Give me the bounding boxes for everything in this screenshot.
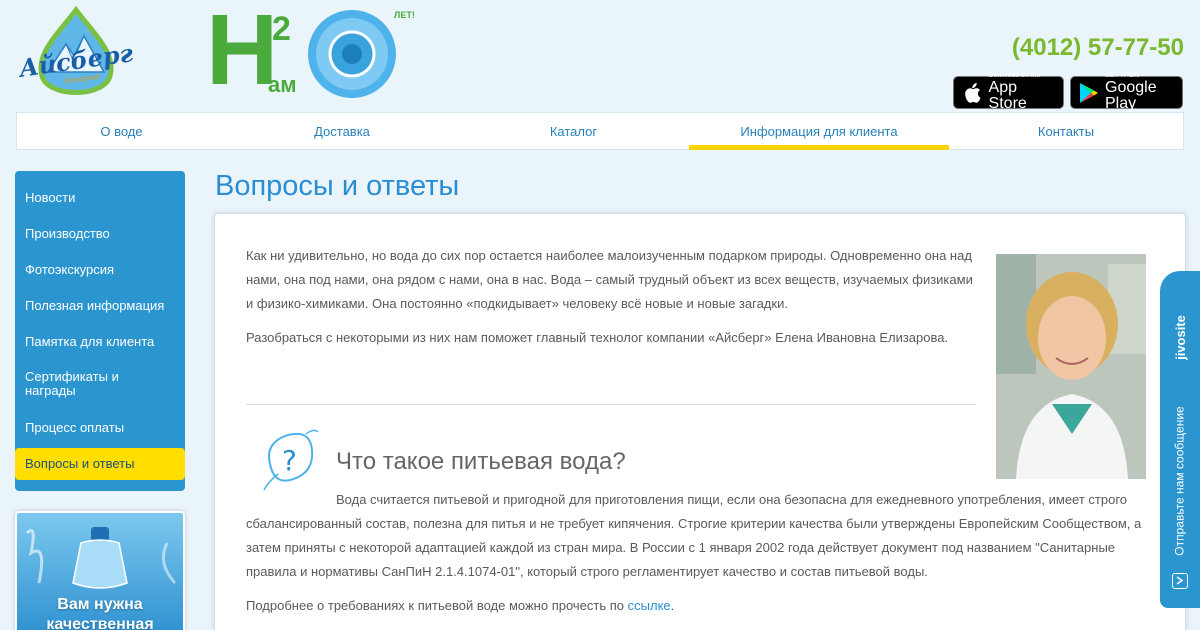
nav-item-label: О воде bbox=[100, 123, 143, 139]
jivosite-chat-widget[interactable]: jivosite Отправьте нам сообщение bbox=[1160, 271, 1200, 608]
nav-item-label: Информация для клиента bbox=[740, 123, 898, 139]
jivosite-logo: jivosite bbox=[1160, 307, 1200, 367]
apple-icon bbox=[962, 82, 983, 104]
intro-paragraph-1: Как ни удивительно, но вода до сих пор о… bbox=[246, 248, 973, 311]
sidebar-item-useful-info[interactable]: Полезная информация bbox=[15, 291, 185, 321]
content-panel: Как ни удивительно, но вода до сих пор о… bbox=[214, 213, 1186, 630]
phone-number[interactable]: (4012) 57-77-50 bbox=[1012, 34, 1184, 62]
question-splash-icon: ? bbox=[260, 424, 322, 494]
chat-icon bbox=[1172, 573, 1188, 589]
google-play-icon bbox=[1079, 82, 1099, 104]
sidebar-item-photo-tour[interactable]: Фотоэкскурсия bbox=[15, 255, 185, 285]
promo-line-1: Вам нужна bbox=[57, 596, 143, 613]
h2o-anniversary-logo: H 2 ам ЛЕТ! bbox=[206, 0, 421, 102]
intro-paragraph-2: Разобраться с некоторыми из них нам помо… bbox=[246, 330, 949, 345]
jivosite-brand: jivosite bbox=[1172, 314, 1188, 360]
h2o-subscript-2: 2 bbox=[272, 10, 291, 48]
main-nav: О воде Доставка Каталог Информация для к… bbox=[16, 112, 1184, 150]
aisberg-logo[interactable]: Айсберг Янтарный bbox=[16, 5, 136, 104]
more-info-text: Подробнее о требованиях к питьевой воде … bbox=[246, 598, 628, 613]
sidebar-item-production[interactable]: Производство bbox=[15, 219, 185, 249]
more-info-suffix: . bbox=[670, 598, 675, 613]
google-play-big: Google Play bbox=[1105, 79, 1157, 113]
water-bottle-icon bbox=[308, 10, 396, 98]
sidebar-item-client-memo[interactable]: Памятка для клиента bbox=[15, 327, 185, 357]
answer-paragraph: Вода считается питьевой и пригодной для … bbox=[246, 492, 1142, 579]
sidebar-item-payment[interactable]: Процесс оплаты bbox=[15, 413, 185, 443]
sidebar-item-faq[interactable]: Вопросы и ответы bbox=[15, 448, 185, 480]
google-play-button[interactable]: GET IT ON Google Play bbox=[1070, 72, 1183, 113]
chat-prompt: Отправьте нам сообщение bbox=[1160, 391, 1200, 571]
app-store-big: App Store bbox=[988, 79, 1027, 113]
question-title: Что такое питьевая вода? bbox=[336, 448, 626, 475]
sidebar-menu: Новости Производство Фотоэкскурсия Полез… bbox=[15, 171, 185, 491]
site-header: Айсберг Янтарный H 2 ам ЛЕТ! (4012) 57-7… bbox=[0, 0, 1200, 112]
nav-item-katalog[interactable]: Каталог bbox=[458, 113, 689, 149]
page-title: Вопросы и ответы bbox=[215, 170, 460, 202]
nav-item-dostavka[interactable]: Доставка bbox=[226, 113, 458, 149]
nav-item-kontakty[interactable]: Контакты bbox=[949, 113, 1183, 149]
promo-banner[interactable]: Вам нужна качественная bbox=[15, 511, 185, 630]
h2o-let-text: ЛЕТ! bbox=[394, 10, 415, 20]
sidebar-item-news[interactable]: Новости bbox=[15, 183, 185, 213]
promo-line-2: качественная bbox=[46, 616, 154, 630]
nav-item-info[interactable]: Информация для клиента bbox=[689, 113, 949, 150]
nav-item-label: Контакты bbox=[1037, 123, 1095, 139]
nav-item-label: Доставка bbox=[314, 123, 370, 139]
section-divider bbox=[246, 404, 976, 405]
svg-text:?: ? bbox=[282, 444, 297, 477]
sidebar-item-certificates[interactable]: Сертификаты и награды bbox=[15, 367, 185, 401]
promo-text: Вам нужна качественная bbox=[17, 595, 183, 630]
nav-item-label: Каталог bbox=[549, 123, 598, 139]
more-info-link[interactable]: ссылке bbox=[628, 598, 671, 613]
more-info-paragraph: Подробнее о требованиях к питьевой воде … bbox=[246, 594, 1146, 618]
technologist-photo bbox=[996, 254, 1146, 479]
h2o-am-text: ам bbox=[268, 72, 297, 97]
chat-prompt-text: Отправьте нам сообщение bbox=[1173, 406, 1188, 556]
person-photo-icon bbox=[996, 254, 1146, 479]
nav-item-o-vode[interactable]: О воде bbox=[17, 113, 226, 149]
app-store-button[interactable]: Download on the App Store bbox=[953, 72, 1064, 113]
